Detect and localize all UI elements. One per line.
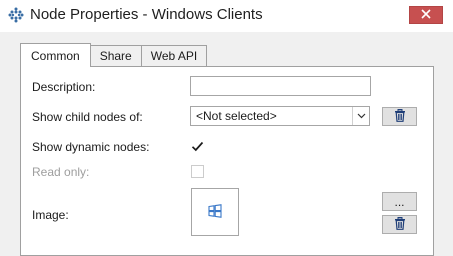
dynamic-nodes-checkbox[interactable]	[191, 140, 204, 153]
delete-image-button[interactable]	[382, 215, 417, 234]
tab-strip: Common Share Web API	[20, 43, 208, 67]
read-only-label: Read only:	[32, 165, 90, 179]
clear-child-nodes-button[interactable]	[382, 107, 417, 126]
dialog-content: Common Share Web API Description: Show c…	[0, 32, 453, 256]
tab-share[interactable]: Share	[90, 45, 142, 66]
read-only-checkbox[interactable]	[191, 165, 204, 178]
trash-icon	[394, 216, 406, 233]
chevron-down-icon[interactable]	[352, 107, 369, 125]
child-nodes-selected-value: <Not selected>	[196, 109, 277, 123]
grid-dots-icon	[8, 7, 24, 23]
windows-logo-icon	[208, 203, 222, 221]
tab-common[interactable]: Common	[20, 43, 91, 67]
title-bar: Node Properties - Windows Clients	[0, 0, 453, 32]
checkmark-icon	[191, 141, 204, 156]
dynamic-nodes-label: Show dynamic nodes:	[32, 140, 150, 154]
child-nodes-select[interactable]: <Not selected>	[190, 106, 370, 126]
common-tab-panel: Description: Show child nodes of: <Not s…	[20, 66, 434, 256]
tab-web-api[interactable]: Web API	[141, 45, 208, 66]
node-properties-dialog: Node Properties - Windows Clients Common…	[0, 0, 453, 256]
window-title: Node Properties - Windows Clients	[30, 6, 263, 23]
child-nodes-label: Show child nodes of:	[32, 110, 143, 124]
close-button[interactable]	[409, 6, 443, 24]
browse-image-button[interactable]: ...	[382, 192, 417, 211]
description-input[interactable]	[190, 76, 371, 96]
image-preview[interactable]	[191, 188, 239, 236]
image-label: Image:	[32, 208, 69, 222]
close-icon	[421, 8, 431, 22]
description-label: Description:	[32, 80, 96, 94]
trash-icon	[394, 108, 406, 125]
